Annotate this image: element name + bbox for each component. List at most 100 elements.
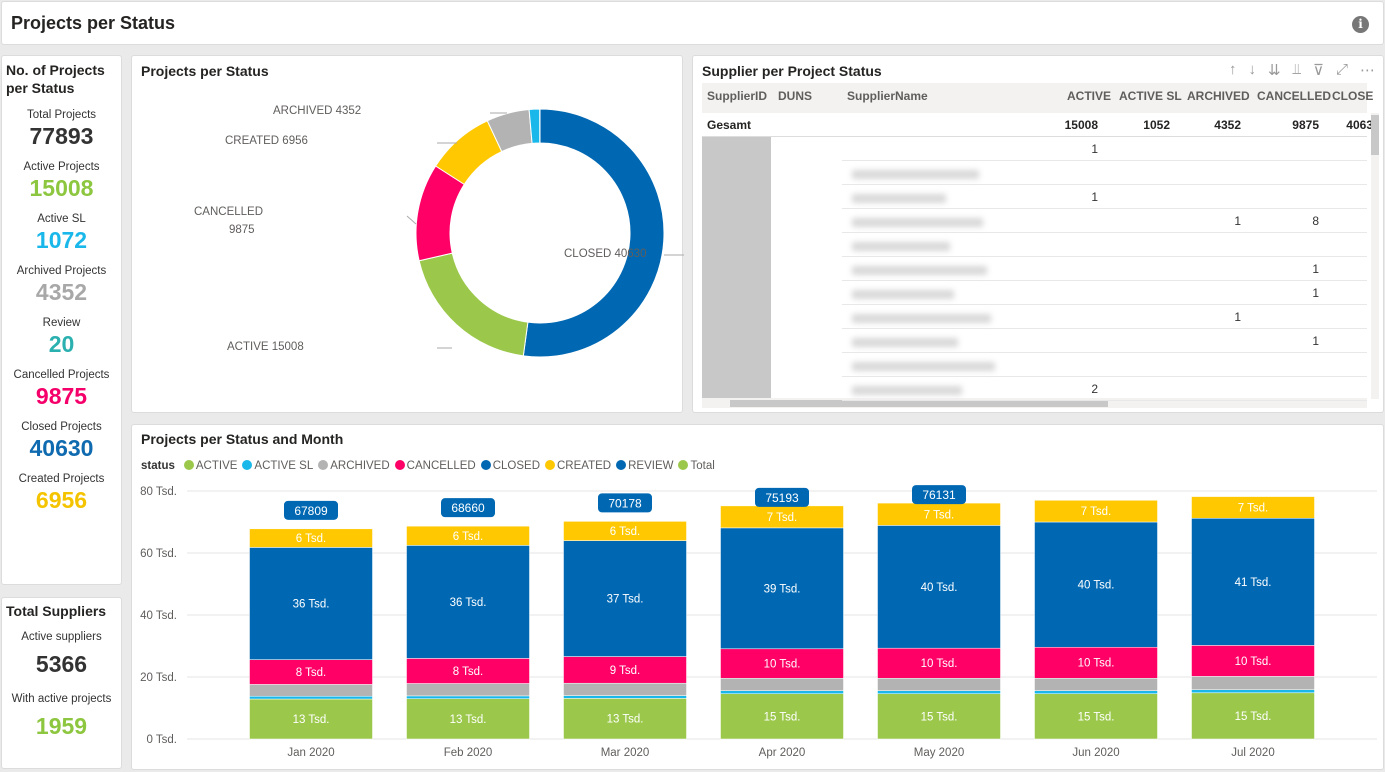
bar-segment-archived[interactable] bbox=[877, 677, 1001, 691]
bar-segment-archived[interactable] bbox=[406, 683, 530, 697]
column-header[interactable]: ACTIVE SL bbox=[1119, 89, 1182, 103]
bar-segment-active-sl[interactable] bbox=[720, 690, 844, 694]
kpi-label: Archived Projects bbox=[16, 265, 107, 277]
data-label: 7 Tsd. bbox=[924, 509, 954, 521]
supplier-kpi-label: With active projects bbox=[11, 693, 112, 705]
x-tick-label: Jun 2020 bbox=[1072, 747, 1119, 759]
donut-slice-closed[interactable] bbox=[522, 108, 665, 358]
table-row[interactable]: 1 bbox=[702, 257, 1367, 281]
redacted-supplier-name bbox=[852, 266, 987, 275]
data-label: 40 Tsd. bbox=[921, 582, 958, 594]
column-header[interactable]: CLOSE bbox=[1332, 89, 1373, 103]
donut-label: CREATED 6956 bbox=[225, 135, 308, 147]
data-label: 15 Tsd. bbox=[1078, 711, 1115, 723]
bar-segment-archived[interactable] bbox=[1034, 677, 1158, 691]
y-tick-label: 0 Tsd. bbox=[147, 734, 177, 746]
cell-value: 1 bbox=[1091, 142, 1098, 156]
y-tick-label: 20 Tsd. bbox=[140, 672, 177, 684]
data-label: 13 Tsd. bbox=[450, 714, 487, 726]
y-tick-label: 80 Tsd. bbox=[140, 486, 177, 498]
data-label: 10 Tsd. bbox=[764, 659, 801, 671]
kpi-label: Review bbox=[42, 317, 81, 329]
data-label: 6 Tsd. bbox=[296, 533, 326, 545]
cell-value: 1 bbox=[1312, 262, 1319, 276]
bar-segment-archived[interactable] bbox=[563, 682, 687, 696]
table-row[interactable] bbox=[702, 161, 1367, 185]
total-value: 1052 bbox=[1143, 118, 1170, 132]
donut-label: CLOSED 40630 bbox=[564, 248, 647, 260]
redacted-supplier-name bbox=[852, 314, 991, 323]
table-row[interactable] bbox=[702, 233, 1367, 257]
table-row[interactable]: 1 bbox=[702, 137, 1367, 161]
supplier-kpi-value: 1959 bbox=[35, 713, 88, 739]
stacked-bar-card: Projects per Status and Month status ACT… bbox=[131, 424, 1384, 770]
bar-segment-active-sl[interactable] bbox=[249, 695, 373, 700]
bar-segment-active-sl[interactable] bbox=[563, 695, 687, 699]
drill-down-icon[interactable]: ↓ bbox=[1248, 61, 1256, 79]
expand-hierarchy-icon[interactable]: ⫫ bbox=[1293, 61, 1301, 79]
expand-all-down-icon[interactable]: ⇊ bbox=[1268, 61, 1281, 79]
table-row[interactable]: 18 bbox=[702, 209, 1367, 233]
kpi-title: No. of Projects per Status bbox=[6, 62, 105, 96]
total-label: 68660 bbox=[451, 501, 485, 515]
x-tick-label: May 2020 bbox=[914, 747, 965, 759]
data-label: 36 Tsd. bbox=[450, 597, 487, 609]
donut-card: Projects per Status CLOSED 40630 ACTIVE 1… bbox=[131, 55, 684, 413]
kpi-label: Created Projects bbox=[18, 473, 105, 485]
total-value: 15008 bbox=[1064, 118, 1098, 132]
total-label: 76131 bbox=[922, 488, 956, 502]
column-header[interactable]: SupplierID bbox=[707, 89, 767, 103]
donut-label: ACTIVE 15008 bbox=[227, 341, 304, 353]
data-label: 7 Tsd. bbox=[1238, 502, 1268, 514]
table-row[interactable] bbox=[702, 353, 1367, 377]
bar-segment-archived[interactable] bbox=[249, 684, 373, 697]
header: Projects per Status i bbox=[1, 1, 1384, 45]
bar-segment-active-sl[interactable] bbox=[1034, 690, 1158, 694]
data-label: 13 Tsd. bbox=[607, 714, 644, 726]
column-header[interactable]: CANCELLED bbox=[1257, 89, 1331, 103]
more-options-icon[interactable]: ⋯ bbox=[1360, 61, 1375, 79]
y-tick-label: 60 Tsd. bbox=[140, 548, 177, 560]
column-header[interactable]: SupplierName bbox=[847, 89, 928, 103]
cell-value: 1 bbox=[1234, 214, 1241, 228]
filter-icon[interactable]: ⊽ bbox=[1313, 61, 1324, 79]
table-row[interactable]: 2 bbox=[702, 377, 1367, 401]
table-row[interactable]: 1 bbox=[702, 185, 1367, 209]
redacted-supplier-name bbox=[852, 362, 995, 371]
data-label: 37 Tsd. bbox=[607, 594, 644, 606]
data-label: 9 Tsd. bbox=[610, 665, 640, 677]
table-header: SupplierID DUNS SupplierName ACTIVE ACTIVE S… bbox=[702, 83, 1373, 113]
bar-segment-archived[interactable] bbox=[1191, 676, 1315, 690]
supplier-table-card: Supplier per Project Status ↑ ↓ ⇊ ⫫ ⊽ ⤢ … bbox=[692, 55, 1384, 413]
kpi-value: 6956 bbox=[35, 487, 88, 513]
focus-mode-icon[interactable]: ⤢ bbox=[1336, 61, 1348, 79]
table-row[interactable]: 1 bbox=[702, 329, 1367, 353]
donut-slice-active[interactable] bbox=[418, 252, 529, 357]
vertical-scrollbar[interactable] bbox=[1371, 113, 1379, 399]
table-total-row: Gesamt 15008 1052 4352 9875 4063 bbox=[702, 113, 1373, 137]
kpi-value: 9875 bbox=[35, 383, 88, 409]
cell-value: 2 bbox=[1091, 382, 1098, 396]
kpi-value: 4352 bbox=[35, 279, 88, 305]
bar-segment-active-sl[interactable] bbox=[406, 695, 530, 699]
data-label: 39 Tsd. bbox=[764, 583, 801, 595]
drill-up-icon[interactable]: ↑ bbox=[1229, 61, 1237, 79]
info-icon[interactable]: i bbox=[1352, 16, 1369, 33]
kpi-value: 77893 bbox=[29, 123, 94, 149]
kpi-value: 20 bbox=[48, 331, 75, 357]
table-row[interactable]: 1 bbox=[702, 281, 1367, 305]
bar-segment-archived[interactable] bbox=[720, 677, 844, 691]
total-value: 4352 bbox=[1214, 118, 1241, 132]
table-row[interactable]: 1 bbox=[702, 305, 1367, 329]
total-label: Gesamt bbox=[707, 118, 752, 132]
data-label: 8 Tsd. bbox=[453, 666, 483, 678]
x-tick-label: Jul 2020 bbox=[1231, 747, 1274, 759]
donut-label: CANCELLED bbox=[194, 206, 264, 218]
kpi-label: Active SL bbox=[37, 213, 86, 225]
bar-segment-active-sl[interactable] bbox=[877, 690, 1001, 694]
column-header[interactable]: DUNS bbox=[778, 89, 812, 103]
bar-segment-active-sl[interactable] bbox=[1191, 689, 1315, 694]
column-header[interactable]: ACTIVE bbox=[1067, 89, 1111, 103]
y-tick-label: 40 Tsd. bbox=[140, 610, 177, 622]
column-header[interactable]: ARCHIVED bbox=[1187, 89, 1250, 103]
